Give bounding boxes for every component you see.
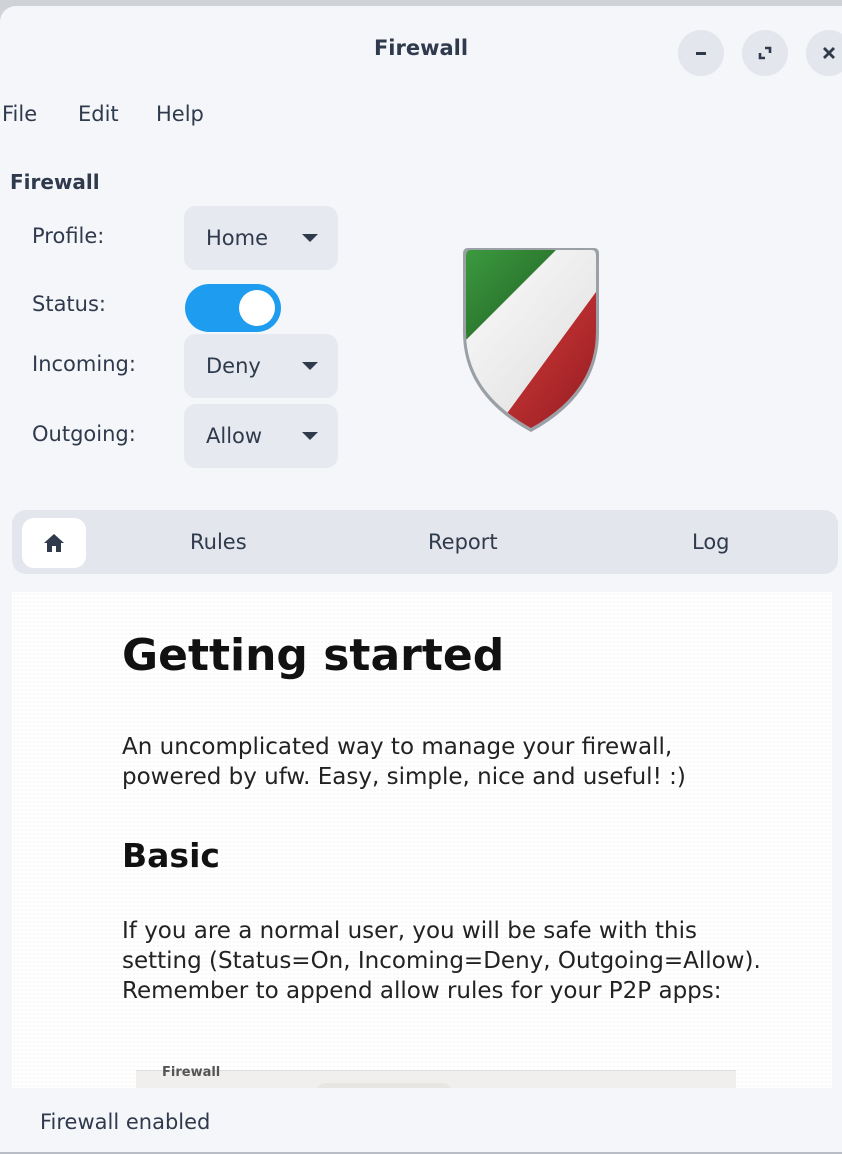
outgoing-dropdown[interactable]: Allow <box>184 404 338 468</box>
app-window: Firewall File Edit Help Firewall Profile… <box>0 6 842 1154</box>
incoming-label: Incoming: <box>32 352 136 376</box>
chevron-down-icon <box>302 362 318 370</box>
help-content[interactable]: Getting started An uncomplicated way to … <box>12 592 832 1088</box>
close-icon <box>823 47 835 59</box>
basic-paragraph: If you are a normal user, you will be sa… <box>122 918 761 1004</box>
intro-paragraph: An uncomplicated way to manage your fire… <box>122 734 686 790</box>
profile-value: Home <box>206 226 269 250</box>
profile-dropdown[interactable]: Home <box>184 206 338 270</box>
outgoing-label: Outgoing: <box>32 422 136 446</box>
toggle-knob <box>239 290 275 326</box>
menu-file[interactable]: File <box>2 102 37 126</box>
embedded-screenshot-title: Firewall <box>162 1065 221 1080</box>
close-button[interactable] <box>806 30 842 76</box>
status-label: Status: <box>32 292 106 316</box>
status-bar-text: Firewall enabled <box>40 1110 211 1134</box>
minimize-icon <box>696 52 706 55</box>
chevron-down-icon <box>302 432 318 440</box>
status-toggle[interactable] <box>185 284 281 332</box>
embedded-screenshot-dropdown <box>316 1083 452 1088</box>
menu-help[interactable]: Help <box>156 102 204 126</box>
incoming-value: Deny <box>206 354 261 378</box>
firewall-section-title: Firewall <box>10 170 100 194</box>
tab-report[interactable]: Report <box>428 530 498 554</box>
maximize-icon <box>758 46 772 60</box>
outgoing-value: Allow <box>206 424 263 448</box>
tab-log[interactable]: Log <box>692 530 730 554</box>
profile-label: Profile: <box>32 224 105 248</box>
title-bar: Firewall <box>0 6 842 84</box>
basic-heading: Basic <box>122 836 220 875</box>
embedded-screenshot: Firewall <box>136 1065 736 1088</box>
tab-home[interactable] <box>22 518 86 568</box>
tab-rules[interactable]: Rules <box>190 530 247 554</box>
page-title: Getting started <box>122 630 505 681</box>
menu-edit[interactable]: Edit <box>78 102 119 126</box>
tab-bar: Rules Report Log <box>12 510 838 574</box>
minimize-button[interactable] <box>678 30 724 76</box>
chevron-down-icon <box>302 234 318 242</box>
shield-logo-icon <box>463 248 599 432</box>
home-icon <box>44 534 64 552</box>
maximize-button[interactable] <box>742 30 788 76</box>
incoming-dropdown[interactable]: Deny <box>184 334 338 398</box>
